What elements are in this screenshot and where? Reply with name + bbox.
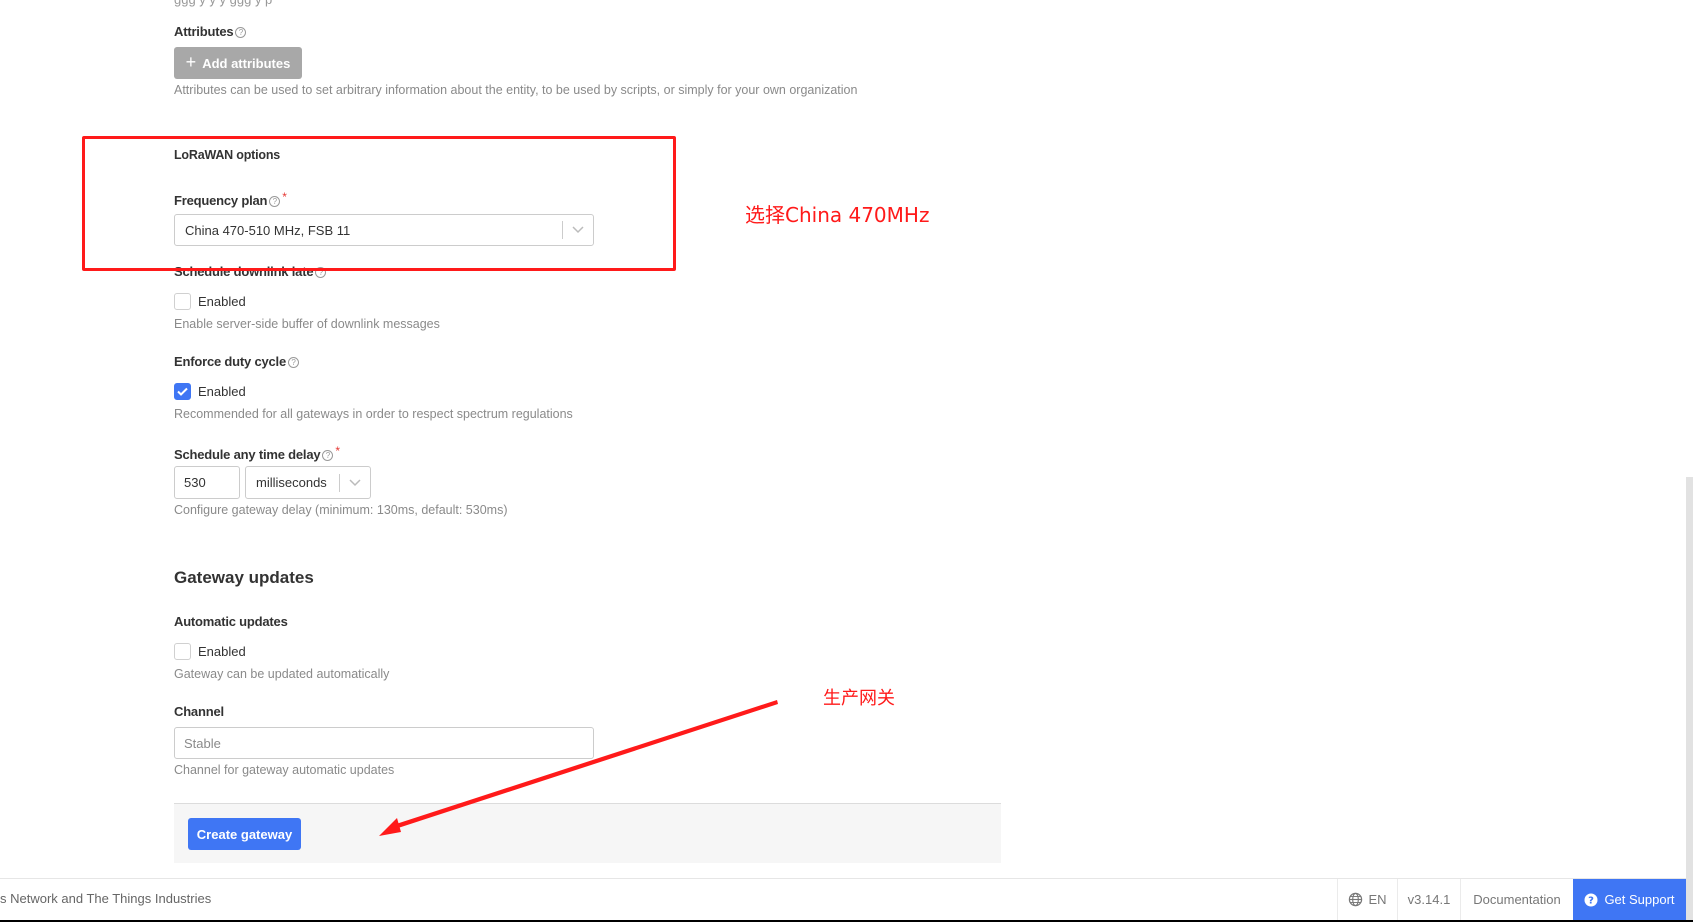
help-icon[interactable]: ? xyxy=(315,267,327,278)
annotation-select-note: 选择China 470MHz xyxy=(745,203,930,227)
get-support-button[interactable]: ? Get Support xyxy=(1573,879,1686,920)
enforce-duty-cycle-label-text: Enforce duty cycle xyxy=(174,354,286,369)
enforce-duty-cycle-checkbox[interactable] xyxy=(174,383,191,400)
highlight-box xyxy=(82,136,676,271)
attributes-label: Attributes? xyxy=(174,24,247,39)
frequency-plan-label: Frequency plan? * xyxy=(174,190,287,208)
schedule-downlink-late-label: Schedule downlink late? xyxy=(174,264,327,279)
version-label: v3.14.1 xyxy=(1397,879,1460,920)
plus-icon: + xyxy=(185,52,197,72)
chevron-down-icon[interactable] xyxy=(563,226,593,234)
enforce-duty-cycle-label: Enforce duty cycle? xyxy=(174,354,299,369)
enforce-duty-cycle-hint: Recommended for all gateways in order to… xyxy=(174,407,573,421)
help-circle-icon: ? xyxy=(1584,893,1598,906)
lorawan-options-label: LoRaWAN options xyxy=(174,148,281,162)
schedule-any-time-delay-label: Schedule any time delay? * xyxy=(174,444,340,462)
schedule-any-time-delay-label-text: Schedule any time delay xyxy=(174,447,321,462)
automatic-updates-checkbox[interactable] xyxy=(174,643,191,660)
channel-hint: Channel for gateway automatic updates xyxy=(174,763,395,777)
chevron-down-icon[interactable] xyxy=(340,478,370,487)
help-icon[interactable]: ? xyxy=(288,357,299,368)
frequency-plan-label-text: Frequency plan xyxy=(174,193,268,208)
add-attributes-label: Add attributes xyxy=(202,55,291,71)
help-icon[interactable]: ? xyxy=(322,450,334,461)
create-gateway-button[interactable]: Create gateway xyxy=(188,818,301,850)
required-asterisk: * xyxy=(282,190,287,204)
automatic-updates-label: Automatic updates xyxy=(174,614,288,629)
add-attributes-button[interactable]: + Add attributes xyxy=(174,47,302,79)
language-label: EN xyxy=(1368,892,1387,907)
scrollbar[interactable] xyxy=(1686,477,1693,920)
help-icon[interactable]: ? xyxy=(269,196,281,207)
help-icon[interactable]: ? xyxy=(235,27,247,38)
attributes-label-text: Attributes xyxy=(174,24,234,39)
enforce-duty-cycle-enabled-label[interactable]: Enabled xyxy=(198,384,246,399)
schedule-downlink-late-label-text: Schedule downlink late xyxy=(174,264,314,279)
channel-label: Channel xyxy=(174,704,224,719)
frequency-plan-value: China 470-510 MHz, FSB 11 xyxy=(185,222,351,238)
delay-unit-select[interactable]: milliseconds xyxy=(245,466,371,499)
language-selector[interactable]: EN xyxy=(1337,879,1397,920)
delay-value-input[interactable]: 530 xyxy=(174,466,240,499)
gateway-updates-title: Gateway updates xyxy=(174,568,314,587)
checkmark-icon xyxy=(177,387,188,396)
frequency-plan-select[interactable]: China 470-510 MHz, FSB 11 xyxy=(174,214,594,246)
cutoff-hint-text: ggg y y y ggg y p xyxy=(174,0,272,7)
schedule-any-time-delay-hint: Configure gateway delay (minimum: 130ms,… xyxy=(174,503,508,517)
annotation-create-note: 生产网关 xyxy=(823,688,895,709)
globe-icon xyxy=(1349,892,1363,907)
footer-copyright: s Network and The Things Industries xyxy=(0,891,212,906)
required-asterisk: * xyxy=(335,444,340,458)
schedule-downlink-late-hint: Enable server-side buffer of downlink me… xyxy=(174,317,440,331)
channel-input[interactable]: Stable xyxy=(174,727,594,759)
attributes-hint: Attributes can be used to set arbitrary … xyxy=(174,83,858,97)
schedule-downlink-late-enabled-label[interactable]: Enabled xyxy=(198,294,246,309)
automatic-updates-hint: Gateway can be updated automatically xyxy=(174,667,390,681)
delay-unit-value: milliseconds xyxy=(256,475,327,490)
automatic-updates-enabled-label[interactable]: Enabled xyxy=(198,644,246,659)
documentation-link[interactable]: Documentation xyxy=(1460,879,1573,920)
svg-text:?: ? xyxy=(1589,895,1595,906)
get-support-label: Get Support xyxy=(1604,892,1675,907)
schedule-downlink-late-checkbox[interactable] xyxy=(174,293,191,310)
